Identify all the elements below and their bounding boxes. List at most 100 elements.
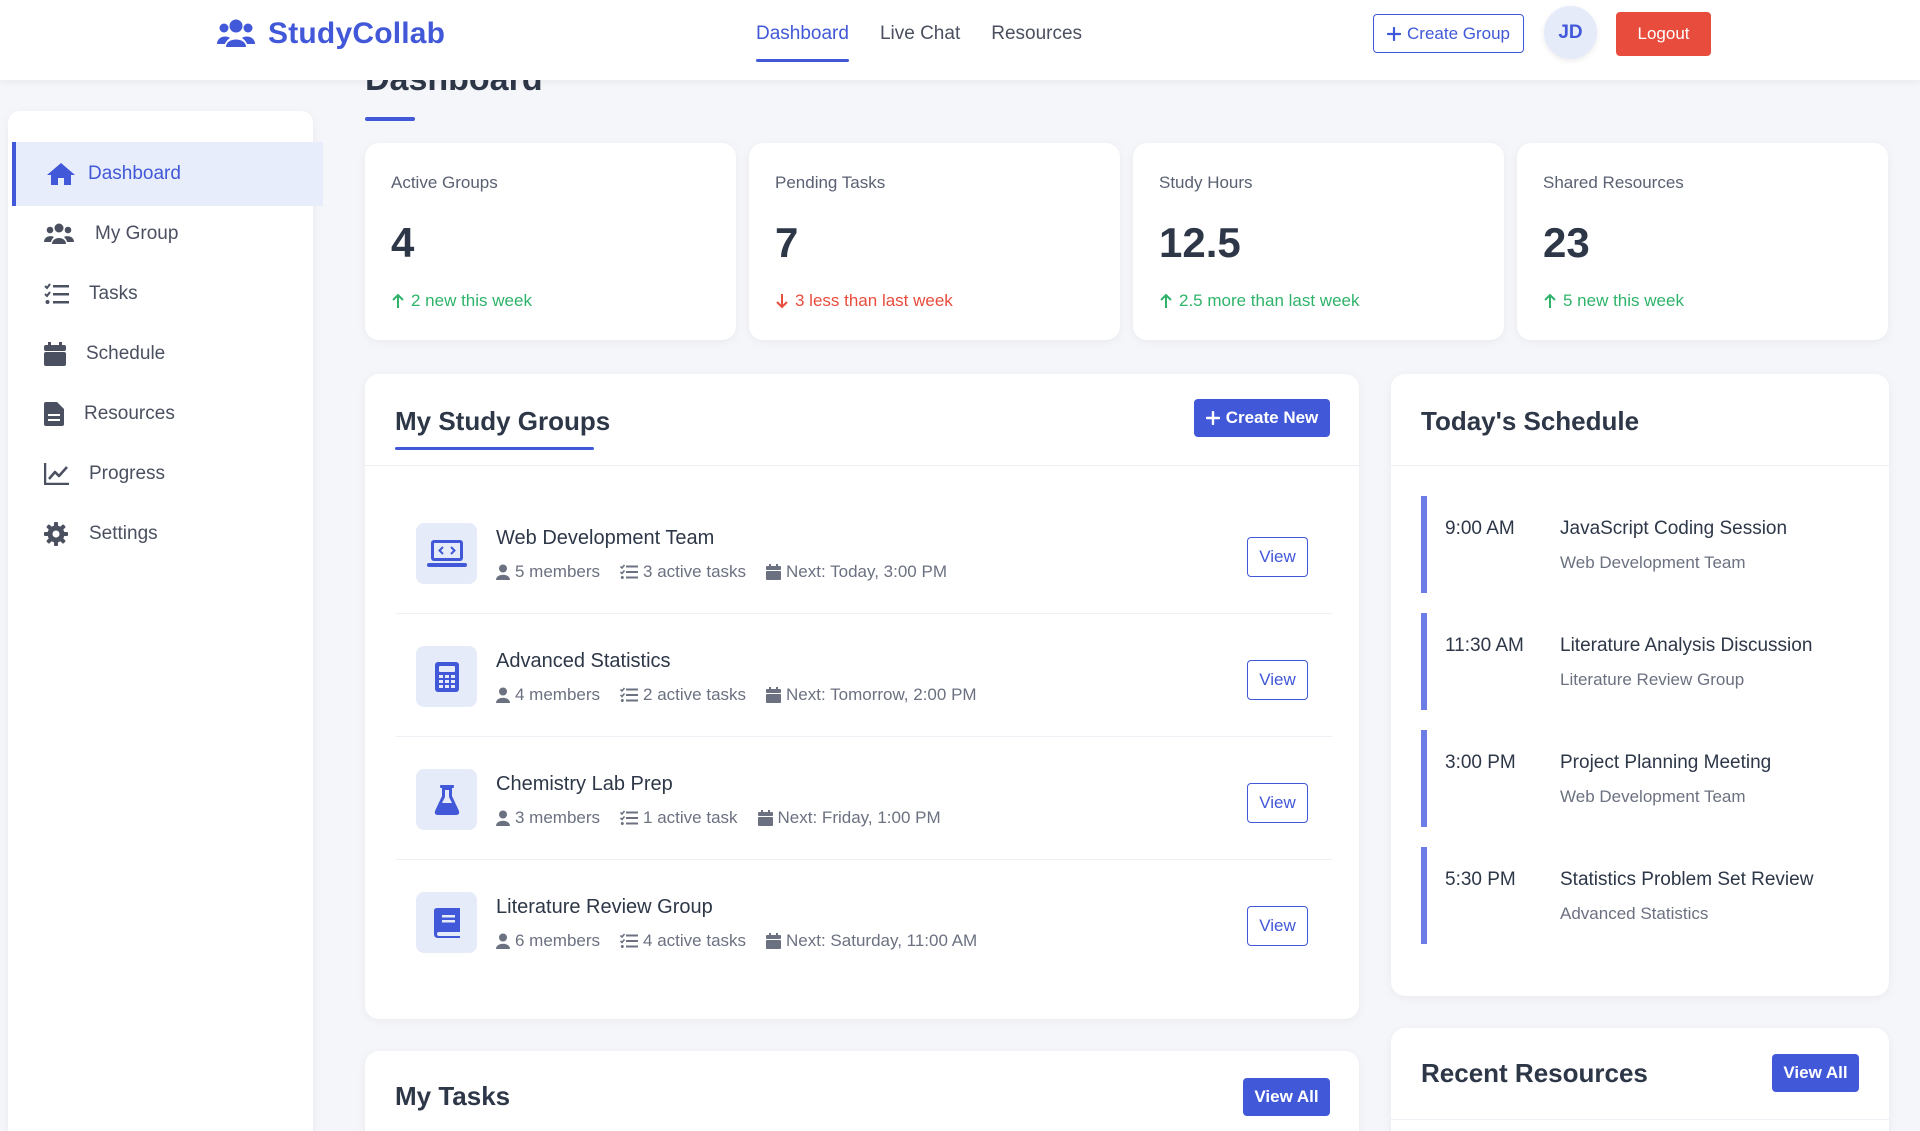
schedule-time: 5:30 PM — [1445, 869, 1516, 890]
user-icon — [496, 810, 510, 826]
schedule-time: 9:00 AM — [1445, 518, 1515, 539]
group-row[interactable]: Web Development Team 5 members 3 active … — [396, 491, 1332, 614]
stat-label: Pending Tasks — [775, 173, 886, 192]
group-meta: 5 members 3 active tasks Next: Today, 3:… — [496, 562, 947, 582]
schedule-title: Project Planning Meeting — [1560, 752, 1772, 773]
schedule-time: 11:30 AM — [1445, 635, 1524, 656]
brand-logo[interactable]: StudyCollab — [216, 17, 445, 51]
members-meta: 4 members — [496, 685, 600, 705]
tasks-meta: 4 active tasks — [620, 931, 746, 951]
group-name: Web Development Team — [496, 527, 715, 549]
recent-resources-title: Recent Resources — [1421, 1058, 1648, 1088]
tasks-text: 3 active tasks — [643, 562, 747, 581]
sidebar-item-my-group[interactable]: My Group — [12, 202, 323, 266]
tasks-text: 1 active task — [643, 808, 738, 827]
group-row[interactable]: Literature Review Group 6 members 4 acti… — [396, 860, 1332, 983]
list-check-icon — [620, 810, 639, 826]
calculator-icon — [416, 646, 477, 707]
stat-value: 23 — [1543, 219, 1590, 266]
calendar-icon — [766, 933, 782, 949]
list-check-icon — [620, 933, 639, 949]
create-group-button[interactable]: Create Group — [1373, 14, 1524, 53]
group-meta: 3 members 1 active task Next: Friday, 1:… — [496, 808, 941, 828]
create-new-label: Create New — [1225, 408, 1319, 427]
panel-title-underline — [395, 447, 594, 450]
group-row[interactable]: Chemistry Lab Prep 3 members 1 active ta… — [396, 737, 1332, 860]
members-text: 4 members — [515, 685, 601, 704]
file-icon — [44, 402, 74, 426]
group-row[interactable]: Advanced Statistics 4 members 2 active t… — [396, 614, 1332, 737]
flask-icon — [416, 769, 477, 830]
sidebar-item-schedule[interactable]: Schedule — [12, 322, 323, 386]
avatar[interactable]: JD — [1544, 6, 1597, 59]
topnav-resources[interactable]: Resources — [991, 0, 1082, 80]
sidebar-item-label: Resources — [84, 403, 175, 424]
sidebar-item-settings[interactable]: Settings — [12, 502, 323, 566]
recent-resources-panel: Recent Resources View All — [1391, 1028, 1889, 1131]
members-text: 3 members — [515, 808, 601, 827]
view-all-tasks-button[interactable]: View All — [1243, 1078, 1330, 1116]
panel-divider — [1391, 1119, 1889, 1120]
logout-button[interactable]: Logout — [1616, 12, 1711, 56]
stat-card-shared-resources: Shared Resources 23 5 new this week — [1517, 143, 1888, 340]
schedule-title: JavaScript Coding Session — [1560, 518, 1788, 539]
laptop-code-icon — [416, 523, 477, 584]
tasks-panel: My Tasks View All — [365, 1051, 1359, 1131]
sidebar-item-resources[interactable]: Resources — [12, 382, 323, 446]
stat-card-study-hours: Study Hours 12.5 2.5 more than last week — [1133, 143, 1504, 340]
arrow-up-icon — [1159, 293, 1173, 309]
calendar-icon — [766, 687, 782, 703]
view-group-button[interactable]: View — [1247, 783, 1308, 823]
schedule-group: Web Development Team — [1560, 787, 1746, 806]
users-icon — [216, 18, 256, 50]
topnav-live-chat[interactable]: Live Chat — [880, 0, 960, 80]
plus-icon — [1387, 26, 1401, 41]
group-name: Literature Review Group — [496, 896, 713, 918]
sidebar-item-label: Dashboard — [88, 163, 181, 184]
user-icon — [496, 933, 510, 949]
sidebar-item-label: Progress — [89, 463, 166, 484]
next-session-text: Next: Today, 3:00 PM — [786, 562, 947, 581]
view-group-button[interactable]: View — [1247, 906, 1308, 946]
next-session-meta: Next: Saturday, 11:00 AM — [766, 931, 977, 951]
tasks-text: 2 active tasks — [643, 685, 747, 704]
view-all-resources-button[interactable]: View All — [1772, 1054, 1859, 1092]
stat-label: Active Groups — [391, 173, 498, 192]
schedule-item[interactable]: 11:30 AM Literature Analysis Discussion … — [1421, 613, 1841, 710]
next-session-text: Next: Saturday, 11:00 AM — [786, 931, 978, 950]
topnav-dashboard[interactable]: Dashboard — [756, 0, 849, 80]
list-check-icon — [44, 282, 74, 306]
gear-icon — [44, 522, 74, 546]
schedule-item[interactable]: 9:00 AM JavaScript Coding Session Web De… — [1421, 496, 1841, 593]
create-new-group-button[interactable]: Create New — [1194, 399, 1330, 437]
view-group-button[interactable]: View — [1247, 537, 1308, 577]
stat-label: Shared Resources — [1543, 173, 1684, 192]
sidebar-item-progress[interactable]: Progress — [12, 442, 323, 506]
schedule-title: Literature Analysis Discussion — [1560, 635, 1813, 656]
schedule-group: Advanced Statistics — [1560, 904, 1709, 923]
stat-trend: 5 new this week — [1543, 291, 1684, 311]
group-name: Advanced Statistics — [496, 650, 671, 672]
user-icon — [496, 687, 510, 703]
arrow-up-icon — [1543, 293, 1557, 309]
schedule-group: Literature Review Group — [1560, 670, 1745, 689]
stat-trend: 3 less than last week — [775, 291, 953, 311]
sidebar-item-label: Settings — [89, 523, 158, 544]
view-group-button[interactable]: View — [1247, 660, 1308, 700]
members-meta: 5 members — [496, 562, 600, 582]
tasks-meta: 3 active tasks — [620, 562, 746, 582]
stat-trend-text: 2 new this week — [411, 291, 532, 310]
sidebar-item-dashboard[interactable]: Dashboard — [12, 142, 323, 206]
users-icon — [44, 222, 74, 246]
stat-card-pending-tasks: Pending Tasks 7 3 less than last week — [749, 143, 1120, 340]
group-name: Chemistry Lab Prep — [496, 773, 673, 795]
schedule-time: 3:00 PM — [1445, 752, 1516, 773]
sidebar-item-label: My Group — [95, 223, 179, 244]
schedule-item[interactable]: 3:00 PM Project Planning Meeting Web Dev… — [1421, 730, 1841, 827]
next-session-text: Next: Tomorrow, 2:00 PM — [786, 685, 977, 704]
sidebar-item-tasks[interactable]: Tasks — [12, 262, 323, 326]
arrow-up-icon — [391, 293, 405, 309]
schedule-item[interactable]: 5:30 PM Statistics Problem Set Review Ad… — [1421, 847, 1841, 944]
user-icon — [496, 564, 510, 580]
stat-trend: 2.5 more than last week — [1159, 291, 1359, 311]
